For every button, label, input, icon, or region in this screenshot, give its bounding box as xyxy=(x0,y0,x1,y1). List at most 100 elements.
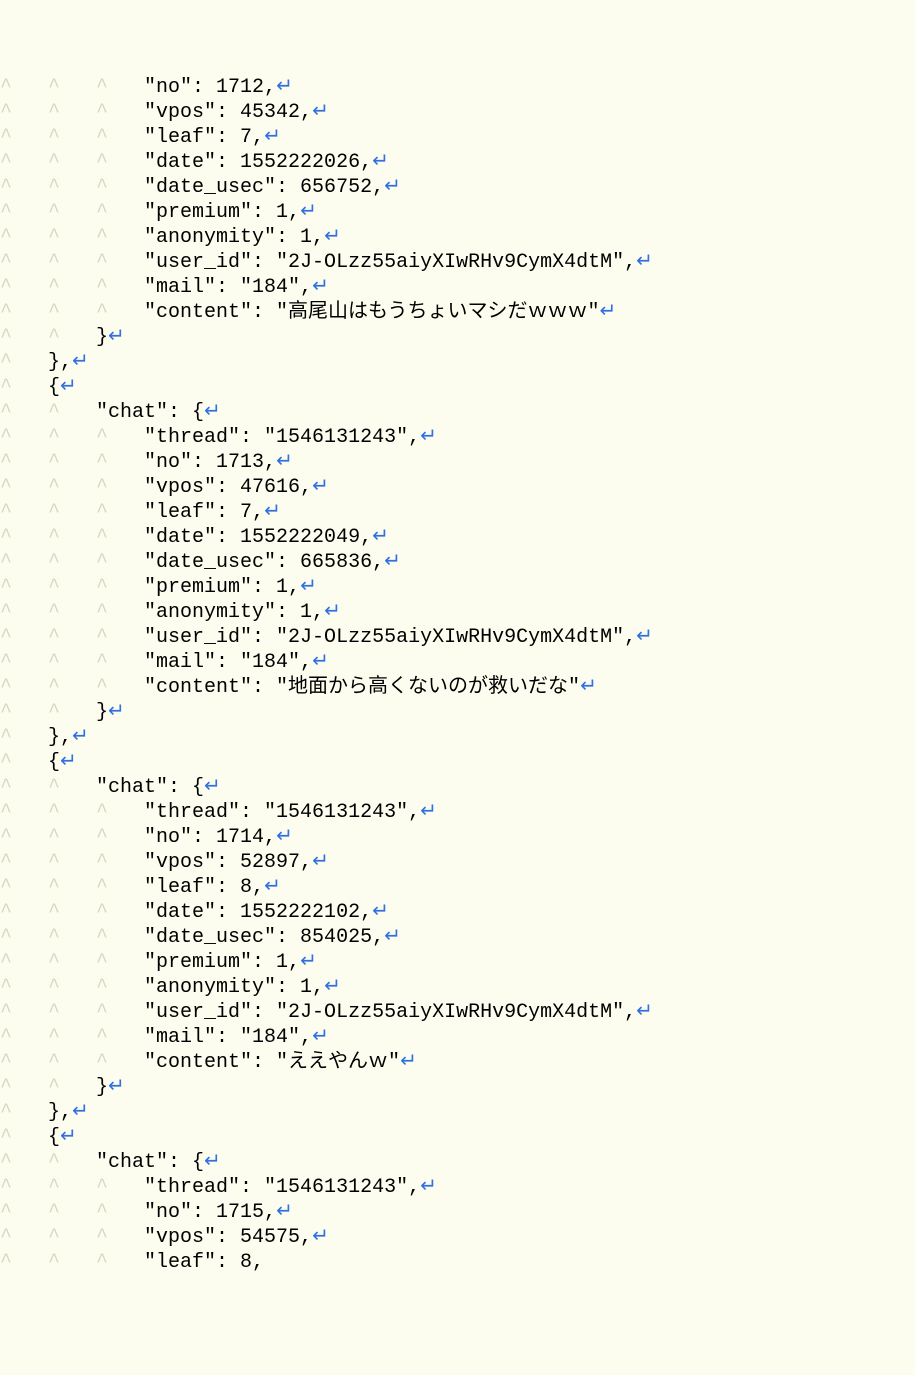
code-text: }, xyxy=(48,726,72,749)
code-text: } xyxy=(96,1076,108,1099)
crlf-icon: ↵ xyxy=(324,226,341,249)
code-line: ^ ^ ^ "user_id": "2J-OLzz55aiyXIwRHv9Cym… xyxy=(0,1000,915,1025)
code-line: ^ ^ ^ "date_usec": 656752,↵ xyxy=(0,175,915,200)
crlf-icon: ↵ xyxy=(72,726,89,749)
code-line: ^ ^ ^ "anonymity": 1,↵ xyxy=(0,975,915,1000)
code-text: "anonymity": 1, xyxy=(144,226,324,249)
crlf-icon: ↵ xyxy=(276,1201,293,1224)
indent-whitespace: ^ ^ ^ xyxy=(0,301,144,324)
code-line: ^ ^ ^ "mail": "184",↵ xyxy=(0,1025,915,1050)
code-line: ^ ^ ^ "leaf": 7,↵ xyxy=(0,125,915,150)
indent-whitespace: ^ ^ ^ xyxy=(0,651,144,674)
code-text: "no": 1714, xyxy=(144,826,276,849)
code-line: ^ ^ ^ "premium": 1,↵ xyxy=(0,950,915,975)
code-line: ^ ^ ^ "user_id": "2J-OLzz55aiyXIwRHv9Cym… xyxy=(0,625,915,650)
indent-whitespace: ^ ^ ^ xyxy=(0,1176,144,1199)
text-editor-content: ^ ^ ^ "no": 1712,↵^ ^ ^ "vpos": 45342,↵^… xyxy=(0,75,915,1275)
indent-whitespace: ^ ^ ^ xyxy=(0,76,144,99)
indent-whitespace: ^ ^ ^ xyxy=(0,426,144,449)
crlf-icon: ↵ xyxy=(636,626,653,649)
indent-whitespace: ^ ^ ^ xyxy=(0,626,144,649)
code-text: } xyxy=(96,326,108,349)
indent-whitespace: ^ xyxy=(0,351,48,374)
code-text: "thread": "1546131243", xyxy=(144,801,420,824)
code-text: "date_usec": 854025, xyxy=(144,926,384,949)
indent-whitespace: ^ ^ ^ xyxy=(0,1251,144,1274)
code-line: ^ {↵ xyxy=(0,375,915,400)
code-text: "vpos": 47616, xyxy=(144,476,312,499)
code-line: ^ ^ ^ "leaf": 8,↵ xyxy=(0,875,915,900)
crlf-icon: ↵ xyxy=(108,1076,125,1099)
code-line: ^ ^ }↵ xyxy=(0,325,915,350)
code-line: ^ ^ ^ "content": "ええやんｗ"↵ xyxy=(0,1050,915,1075)
code-line: ^ ^ ^ "thread": "1546131243",↵ xyxy=(0,425,915,450)
code-line: ^ ^ ^ "premium": 1,↵ xyxy=(0,200,915,225)
indent-whitespace: ^ ^ xyxy=(0,1151,96,1174)
indent-whitespace: ^ ^ ^ xyxy=(0,551,144,574)
code-text: "anonymity": 1, xyxy=(144,601,324,624)
code-line: ^ ^ }↵ xyxy=(0,1075,915,1100)
code-line: ^ ^ ^ "user_id": "2J-OLzz55aiyXIwRHv9Cym… xyxy=(0,250,915,275)
code-text: "no": 1713, xyxy=(144,451,276,474)
code-text: "content": "地面から高くないのが救いだな" xyxy=(144,676,580,699)
indent-whitespace: ^ ^ ^ xyxy=(0,251,144,274)
indent-whitespace: ^ ^ ^ xyxy=(0,826,144,849)
crlf-icon: ↵ xyxy=(276,76,293,99)
crlf-icon: ↵ xyxy=(372,526,389,549)
code-text: "date": 1552222102, xyxy=(144,901,372,924)
crlf-icon: ↵ xyxy=(72,1101,89,1124)
code-text: "date": 1552222049, xyxy=(144,526,372,549)
code-line: ^ ^ "chat": {↵ xyxy=(0,400,915,425)
crlf-icon: ↵ xyxy=(312,1026,329,1049)
code-text: "premium": 1, xyxy=(144,201,300,224)
crlf-icon: ↵ xyxy=(300,576,317,599)
crlf-icon: ↵ xyxy=(384,176,401,199)
code-text: "vpos": 54575, xyxy=(144,1226,312,1249)
code-text: "anonymity": 1, xyxy=(144,976,324,999)
crlf-icon: ↵ xyxy=(580,676,597,699)
indent-whitespace: ^ ^ ^ xyxy=(0,476,144,499)
code-text: "mail": "184", xyxy=(144,276,312,299)
crlf-icon: ↵ xyxy=(312,1226,329,1249)
code-line: ^ },↵ xyxy=(0,1100,915,1125)
code-text: "leaf": 7, xyxy=(144,501,264,524)
crlf-icon: ↵ xyxy=(312,101,329,124)
indent-whitespace: ^ ^ xyxy=(0,1076,96,1099)
indent-whitespace: ^ ^ ^ xyxy=(0,851,144,874)
code-line: ^ ^ ^ "date": 1552222102,↵ xyxy=(0,900,915,925)
crlf-icon: ↵ xyxy=(204,776,221,799)
code-text: "premium": 1, xyxy=(144,576,300,599)
indent-whitespace: ^ ^ ^ xyxy=(0,801,144,824)
code-text: "thread": "1546131243", xyxy=(144,426,420,449)
crlf-icon: ↵ xyxy=(312,651,329,674)
crlf-icon: ↵ xyxy=(636,251,653,274)
indent-whitespace: ^ xyxy=(0,1126,48,1149)
code-line: ^ ^ ^ "anonymity": 1,↵ xyxy=(0,600,915,625)
crlf-icon: ↵ xyxy=(384,926,401,949)
code-line: ^ ^ ^ "mail": "184",↵ xyxy=(0,275,915,300)
indent-whitespace: ^ ^ ^ xyxy=(0,1201,144,1224)
crlf-icon: ↵ xyxy=(300,951,317,974)
indent-whitespace: ^ xyxy=(0,1101,48,1124)
crlf-icon: ↵ xyxy=(276,826,293,849)
code-line: ^ ^ ^ "date_usec": 665836,↵ xyxy=(0,550,915,575)
indent-whitespace: ^ ^ ^ xyxy=(0,176,144,199)
code-text: "thread": "1546131243", xyxy=(144,1176,420,1199)
crlf-icon: ↵ xyxy=(312,476,329,499)
crlf-icon: ↵ xyxy=(400,1051,417,1074)
code-line: ^ ^ ^ "thread": "1546131243",↵ xyxy=(0,1175,915,1200)
crlf-icon: ↵ xyxy=(300,201,317,224)
code-text: "leaf": 7, xyxy=(144,126,264,149)
code-text: "chat": { xyxy=(96,776,204,799)
code-text: "date": 1552222026, xyxy=(144,151,372,174)
code-line: ^ ^ ^ "vpos": 45342,↵ xyxy=(0,100,915,125)
code-text: "user_id": "2J-OLzz55aiyXIwRHv9CymX4dtM"… xyxy=(144,1001,636,1024)
crlf-icon: ↵ xyxy=(636,1001,653,1024)
indent-whitespace: ^ ^ ^ xyxy=(0,126,144,149)
crlf-icon: ↵ xyxy=(420,801,437,824)
indent-whitespace: ^ ^ ^ xyxy=(0,1001,144,1024)
code-text: "chat": { xyxy=(96,1151,204,1174)
indent-whitespace: ^ ^ ^ xyxy=(0,676,144,699)
code-text: "date_usec": 665836, xyxy=(144,551,384,574)
code-text: "no": 1712, xyxy=(144,76,276,99)
